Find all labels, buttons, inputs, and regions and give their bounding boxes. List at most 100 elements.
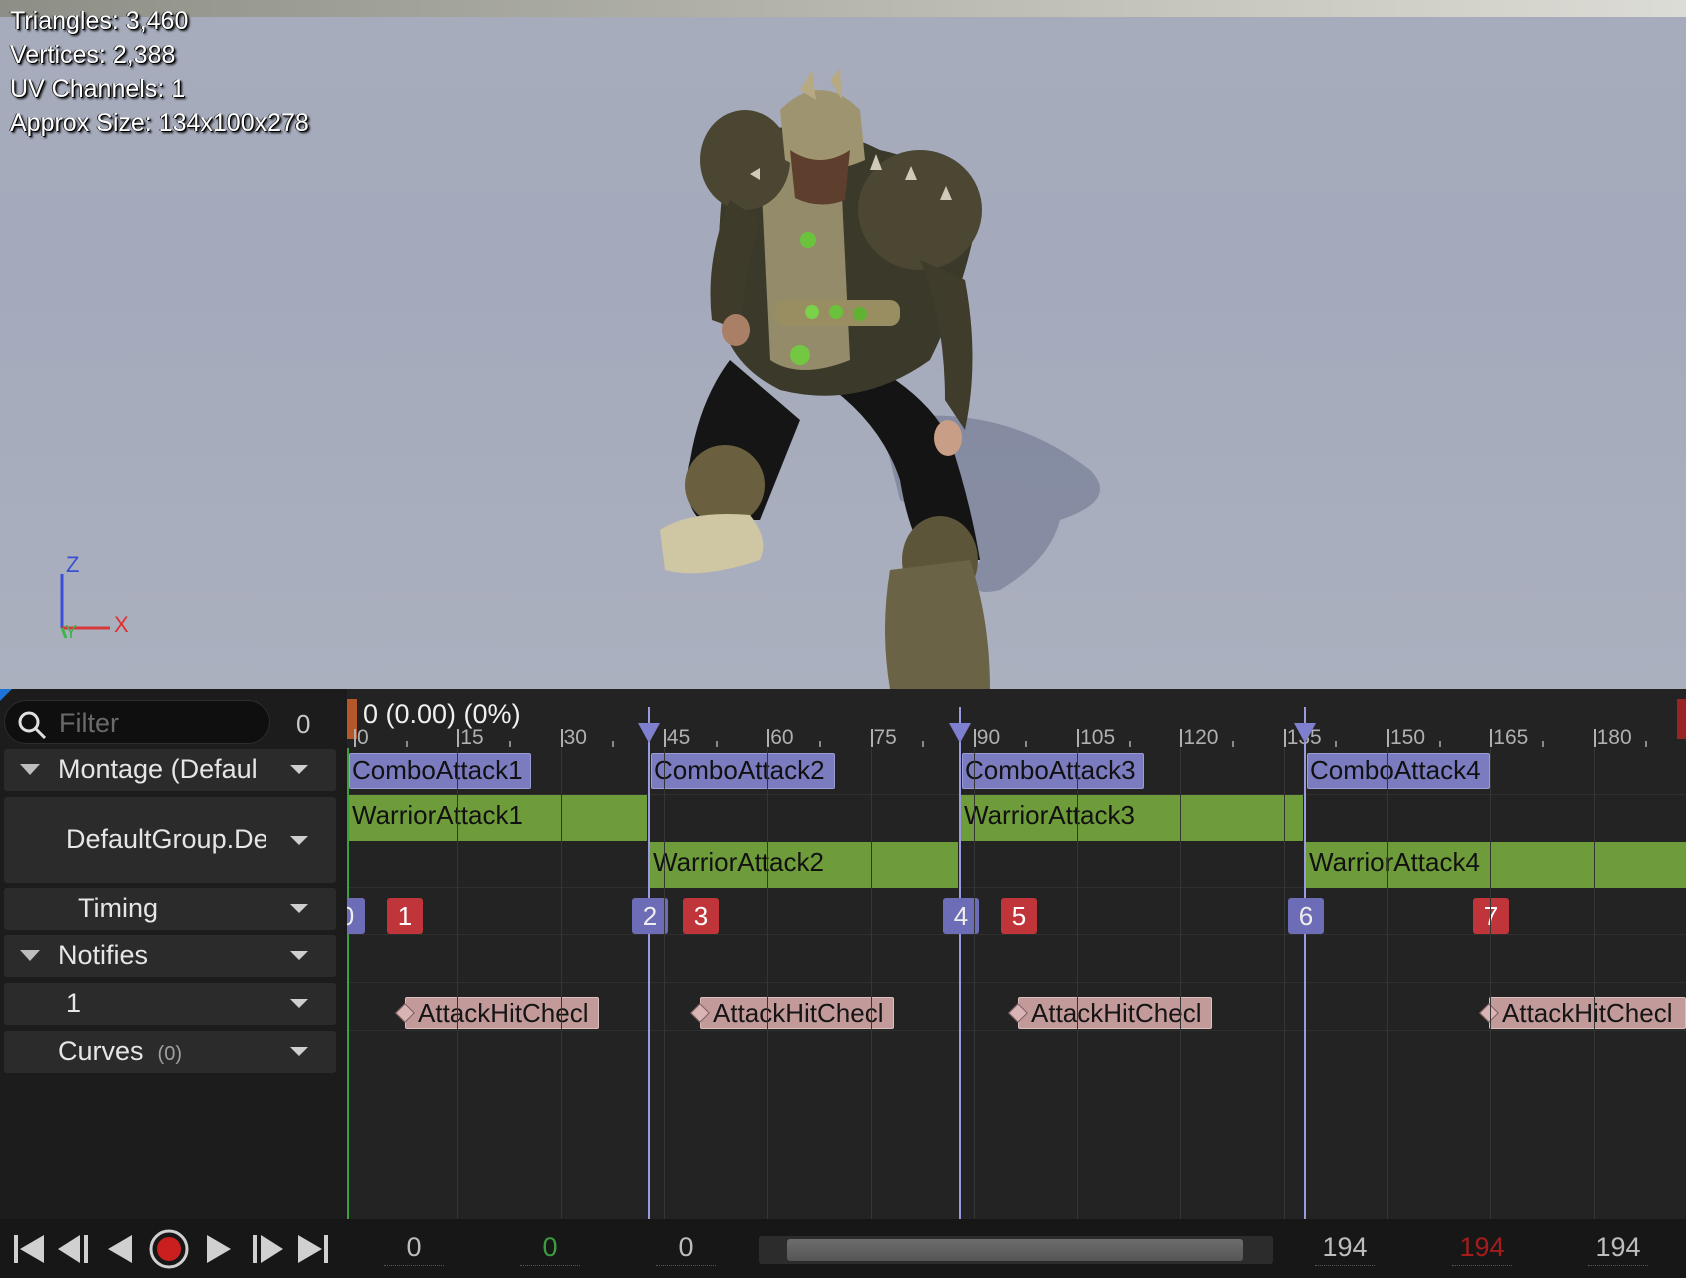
timing-track-header[interactable]: Timing xyxy=(4,888,336,930)
slot-group-track-header[interactable]: DefaultGroup.De xyxy=(4,797,336,883)
notify-attack-hit-check[interactable]: AttackHitChecl xyxy=(1489,997,1686,1029)
uv-channels-stat: UV Channels: 1 xyxy=(10,75,186,103)
ruler-tick-label: 75 xyxy=(873,726,897,749)
montage-track-header[interactable]: Montage (Defaul xyxy=(4,749,336,791)
record-icon[interactable] xyxy=(147,1227,191,1271)
ruler-tick-label: 15 xyxy=(460,726,484,749)
filter-count: 0 xyxy=(296,709,311,739)
end-frame-field[interactable]: 194 xyxy=(1452,1232,1512,1266)
play-reverse-icon[interactable] xyxy=(98,1227,142,1271)
ruler-tick-label: 0 xyxy=(357,726,369,749)
notifies-track-header[interactable]: Notifies xyxy=(4,935,336,977)
view-end-field[interactable]: 194 xyxy=(1315,1232,1375,1266)
current-frame-field[interactable]: 0 xyxy=(520,1232,580,1266)
grid-line xyxy=(973,748,975,1219)
view-start-field[interactable]: 0 xyxy=(656,1232,716,1266)
ruler-major-tick xyxy=(457,729,460,747)
section-line xyxy=(1304,707,1306,1219)
timing-badge[interactable]: 1 xyxy=(387,898,423,934)
notify-track-label: 1 xyxy=(66,988,82,1018)
chevron-down-icon[interactable] xyxy=(290,836,308,845)
row-separator xyxy=(347,1030,1686,1031)
ruler-tick-label: 45 xyxy=(666,726,691,749)
section-combo-attack-3[interactable]: ComboAttack3 xyxy=(962,753,1144,789)
notify-attack-hit-check[interactable]: AttackHitChecl xyxy=(1018,997,1212,1029)
panel-focus-indicator xyxy=(0,689,12,701)
timing-badge[interactable]: 0 xyxy=(347,898,365,934)
ruler-minor-tick xyxy=(715,741,718,747)
timing-badge[interactable]: 2 xyxy=(632,898,668,934)
row-separator xyxy=(347,982,1686,983)
step-back-icon[interactable] xyxy=(52,1227,96,1271)
curves-label-text: Curves xyxy=(58,1036,144,1066)
vertices-stat: Vertices: 2,388 xyxy=(10,41,176,69)
chevron-down-icon[interactable] xyxy=(290,1047,308,1056)
ruler-major-tick xyxy=(767,729,770,747)
ruler-major-tick xyxy=(663,729,666,747)
approx-size-stat: Approx Size: 134x100x278 xyxy=(10,109,309,137)
collapse-arrow-icon[interactable] xyxy=(20,764,40,775)
slot-segment-warrior-attack-2[interactable]: WarriorAttack2 xyxy=(650,842,958,888)
slot-segment-warrior-attack-1[interactable]: WarriorAttack1 xyxy=(349,795,647,841)
ruler-major-tick xyxy=(1387,729,1389,747)
curves-count: (0) xyxy=(157,1043,182,1065)
grid-line xyxy=(1283,748,1285,1219)
axis-x-label: X xyxy=(114,612,129,637)
grid-line xyxy=(560,748,562,1219)
chevron-down-icon[interactable] xyxy=(290,904,308,913)
montage-track-panel: 0 Montage (Defaul DefaultGroup.De Timing… xyxy=(0,689,1686,1278)
ruler-major-tick xyxy=(560,729,563,747)
ruler-major-tick xyxy=(1180,729,1183,747)
section-combo-attack-4[interactable]: ComboAttack4 xyxy=(1307,753,1490,789)
timing-badge[interactable]: 6 xyxy=(1288,898,1324,934)
notify-attack-hit-check[interactable]: AttackHitChecl xyxy=(405,997,599,1029)
timing-badge[interactable]: 5 xyxy=(1001,898,1037,934)
group-label: DefaultGroup.De xyxy=(66,824,266,854)
chevron-down-icon[interactable] xyxy=(290,999,308,1008)
ruler-major-tick xyxy=(1077,729,1080,747)
chevron-down-icon[interactable] xyxy=(290,765,308,774)
filter-box[interactable] xyxy=(4,700,270,744)
filter-input[interactable] xyxy=(59,709,259,737)
collapse-arrow-icon[interactable] xyxy=(20,950,40,961)
ruler-major-tick xyxy=(1283,729,1286,747)
start-frame-field[interactable]: 0 xyxy=(384,1232,444,1266)
total-frames-field[interactable]: 194 xyxy=(1588,1232,1648,1266)
play-icon[interactable] xyxy=(197,1227,241,1271)
ruler-minor-tick xyxy=(818,741,821,747)
step-forward-icon[interactable] xyxy=(245,1227,289,1271)
ruler-tick-label: 90 xyxy=(976,726,1001,749)
scrollbar-thumb[interactable] xyxy=(787,1239,1243,1261)
ruler-minor-tick xyxy=(1541,741,1544,747)
ruler-tick-label: 105 xyxy=(1080,726,1116,749)
ruler-tick-label: 165 xyxy=(1493,726,1529,749)
ruler-minor-tick xyxy=(508,741,511,747)
section-marker[interactable] xyxy=(1294,723,1316,743)
notify-track-1-header[interactable]: 1 xyxy=(4,983,336,1025)
section-marker[interactable] xyxy=(949,723,971,743)
curves-track-header[interactable]: Curves (0) xyxy=(4,1031,336,1073)
slot-segment-warrior-attack-4[interactable]: WarriorAttack4 xyxy=(1306,842,1686,888)
jump-to-start-icon[interactable] xyxy=(6,1227,50,1271)
section-marker[interactable] xyxy=(638,723,660,743)
timeline-area[interactable]: 0 (0.00) (0%) 01530456075901051201351501… xyxy=(347,689,1686,1219)
axis-y-label: Y xyxy=(65,622,78,642)
slot-segment-warrior-attack-3[interactable]: WarriorAttack3 xyxy=(961,795,1303,841)
animation-montage-editor: Triangles: 3,460 Vertices: 2,388 UV Chan… xyxy=(0,0,1686,1278)
section-combo-attack-2[interactable]: ComboAttack2 xyxy=(651,753,835,789)
timeline-scrollbar[interactable] xyxy=(759,1236,1273,1264)
section-combo-attack-1[interactable]: ComboAttack1 xyxy=(349,753,531,789)
preview-viewport[interactable]: Triangles: 3,460 Vertices: 2,388 UV Chan… xyxy=(0,0,1686,689)
mesh-stats-overlay: Triangles: 3,460 Vertices: 2,388 UV Chan… xyxy=(10,4,309,140)
chevron-down-icon[interactable] xyxy=(290,951,308,960)
grid-line xyxy=(457,748,459,1219)
grid-line xyxy=(1593,748,1595,1219)
track-headers: 0 Montage (Defaul DefaultGroup.De Timing… xyxy=(0,689,342,1219)
search-icon xyxy=(18,711,47,740)
ruler-tick-label: 30 xyxy=(563,726,587,749)
timing-badge[interactable]: 3 xyxy=(683,898,719,934)
jump-to-end-icon[interactable] xyxy=(292,1227,336,1271)
curves-label: Curves (0) xyxy=(58,1036,182,1067)
end-marker[interactable] xyxy=(1677,699,1686,739)
notify-attack-hit-check[interactable]: AttackHitChecl xyxy=(700,997,894,1029)
